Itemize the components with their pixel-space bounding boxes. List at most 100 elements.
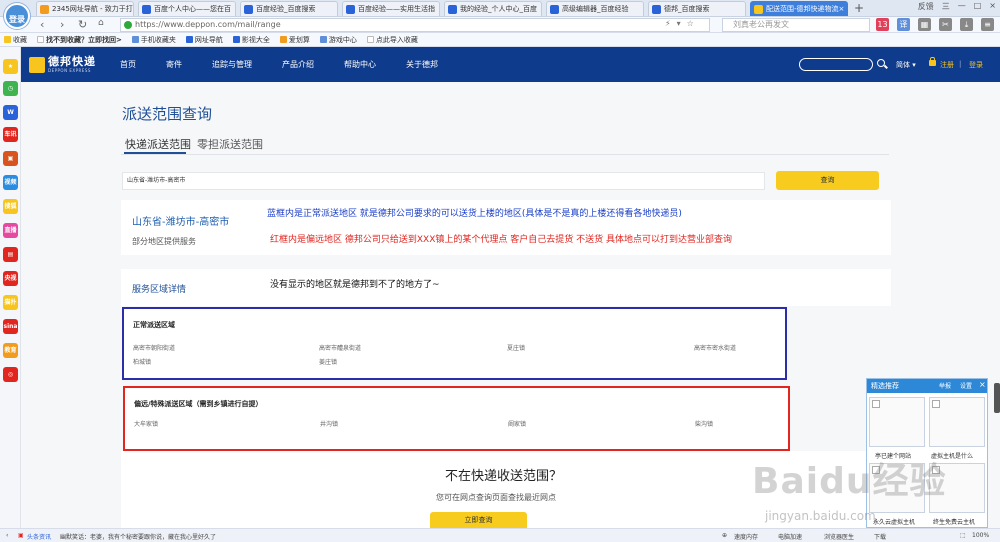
browser-tab[interactable]: 我的经验_个人中心_百度: [444, 1, 542, 16]
sidebar-app-icon[interactable]: W: [3, 105, 18, 120]
query-now-button[interactable]: 立即查询: [430, 512, 527, 528]
register-link[interactable]: 注册: [940, 60, 954, 70]
toolbar-icon[interactable]: ✂: [939, 18, 952, 31]
ad-thumb[interactable]: [929, 397, 985, 447]
sidebar-app-icon[interactable]: 直播: [3, 223, 18, 238]
sidebar-app-icon[interactable]: ★: [3, 59, 18, 74]
ad-caption[interactable]: 亭已建个网站: [875, 451, 911, 460]
window-control[interactable]: □: [974, 1, 982, 12]
sidebar-app-icon[interactable]: 搜狐: [3, 199, 18, 214]
nav-item[interactable]: 追踪与管理: [212, 47, 252, 82]
nav-item[interactable]: 关于德邦: [406, 47, 438, 82]
deppon-logo[interactable]: 德邦快递 DEPPON EXPRESS: [29, 56, 96, 73]
query-button[interactable]: 查询: [776, 171, 879, 190]
sidebar-app-icon[interactable]: ◷: [3, 81, 18, 96]
url-tool-icon[interactable]: ▾: [677, 19, 681, 28]
recommend-popup: 精选推荐 举报 设置 × 亭已建个网站 虚拟主机是什么 永久云虚拟主机 终生免费…: [866, 378, 988, 528]
status-tool[interactable]: 100%: [972, 532, 989, 539]
status-tool[interactable]: ⊕: [722, 532, 727, 539]
sidebar-app-icon[interactable]: ▣: [3, 151, 18, 166]
browser-tab[interactable]: 百度经验_百度搜索: [240, 1, 338, 16]
browser-tab[interactable]: 高级编辑器_百度经验: [546, 1, 644, 16]
sidebar-app-icon[interactable]: 猫扑: [3, 295, 18, 310]
url-input[interactable]: https://www.deppon.com/mail/range: [120, 18, 710, 32]
browser-search-input[interactable]: 刘真老公再发文: [722, 18, 870, 32]
sidebar-app-icon[interactable]: sina: [3, 319, 18, 334]
toolbar-icon[interactable]: ▦: [918, 18, 931, 31]
collapse-icon[interactable]: ‹: [6, 532, 8, 539]
user-avatar-button[interactable]: 登录: [4, 3, 30, 29]
browser-tab[interactable]: 德邦_百度搜索: [648, 1, 746, 16]
tab-close-icon[interactable]: ×: [839, 5, 845, 13]
nav-item[interactable]: 产品介绍: [282, 47, 314, 82]
login-label: 登录: [9, 15, 25, 24]
browser-tab[interactable]: 百度个人中心——您在百: [138, 1, 236, 16]
status-tool[interactable]: ⬚: [960, 532, 966, 539]
browser-tab[interactable]: 2345网址导航 - 致力于打: [36, 1, 134, 16]
bookmark-item[interactable]: 游戏中心: [319, 35, 357, 45]
bookmark-item[interactable]: 找不到收藏？立即找回>: [37, 35, 122, 45]
toolbar-icon[interactable]: ≡: [981, 18, 994, 31]
window-control[interactable]: ×: [989, 1, 996, 12]
news-ticker[interactable]: 幽默笑话：老婆，我有个秘密要跟你说，藏在我心里好久了: [60, 532, 216, 541]
side-scroll-handle[interactable]: [994, 383, 1000, 413]
detail-title[interactable]: 服务区域详情: [132, 282, 186, 295]
sidebar-app-icon[interactable]: 车讯: [3, 127, 18, 142]
bookmark-item[interactable]: 爱划算: [279, 35, 310, 45]
detail-card: [121, 269, 891, 306]
home-icon[interactable]: ⌂: [98, 18, 104, 28]
login-link[interactable]: 登录: [969, 60, 983, 70]
window-control[interactable]: 三: [942, 1, 950, 12]
popup-report-link[interactable]: 举报: [939, 381, 951, 390]
forward-icon[interactable]: ›: [60, 18, 64, 31]
url-tool-icon[interactable]: ☆: [687, 19, 694, 28]
new-tab-button[interactable]: +: [852, 1, 866, 16]
popup-settings-link[interactable]: 设置: [960, 381, 972, 390]
bookmark-item[interactable]: 收藏: [4, 35, 27, 45]
close-icon[interactable]: ×: [979, 380, 986, 389]
remote-delivery-area: 偏远/特殊派送区域（需到乡镇进行自提） 大牟家镇 井沟镇 阚家镇 柴沟镇: [123, 386, 790, 451]
status-tool[interactable]: 速度内存: [734, 532, 758, 541]
ad-thumb[interactable]: [869, 397, 925, 447]
url-tool-icon[interactable]: ⚡: [665, 19, 671, 28]
news-label[interactable]: 头条资讯: [27, 532, 51, 541]
sidebar-app-icon[interactable]: 视频: [3, 175, 18, 190]
refresh-icon[interactable]: ↻: [78, 18, 87, 31]
tab-express-range[interactable]: 快递派送范围: [125, 136, 191, 152]
back-icon[interactable]: ‹: [40, 18, 44, 31]
ad-thumb[interactable]: [869, 463, 925, 513]
sidebar-app-icon[interactable]: 教育: [3, 343, 18, 358]
status-tool[interactable]: 下载: [874, 532, 886, 541]
address-query-input[interactable]: 山东省-潍坊市-高密市: [122, 172, 765, 190]
window-control[interactable]: —: [958, 1, 966, 12]
nav-item[interactable]: 帮助中心: [344, 47, 376, 82]
bookmark-item[interactable]: 影视大全: [232, 35, 270, 45]
ad-caption[interactable]: 永久云虚拟主机: [873, 517, 915, 526]
search-icon[interactable]: [877, 59, 885, 67]
language-select[interactable]: 简体 ▾: [896, 60, 916, 70]
sidebar-app-icon[interactable]: ▤: [3, 247, 18, 262]
window-control[interactable]: 反馈: [918, 1, 934, 12]
sidebar-app-icon[interactable]: ◎: [3, 367, 18, 382]
browser-tab[interactable]: 百度经验——实用生活指: [342, 1, 440, 16]
nav-item[interactable]: 寄件: [166, 47, 182, 82]
bookmark-item[interactable]: 网址导航: [185, 35, 223, 45]
status-tool[interactable]: 电脑加速: [778, 532, 802, 541]
ad-thumb[interactable]: [929, 463, 985, 513]
toolbar-icon[interactable]: ⤓: [960, 18, 973, 31]
toolbar-icon[interactable]: 译: [897, 18, 910, 31]
tab-label: 我的经验_个人中心_百度: [460, 5, 537, 13]
bookmark-item[interactable]: 手机收藏夹: [131, 35, 176, 45]
sidebar-app-icon[interactable]: 央视: [3, 271, 18, 286]
ad-caption[interactable]: 虚拟主机是什么: [931, 451, 973, 460]
tab-ltl-range[interactable]: 零担派送范围: [197, 136, 263, 152]
favicon-icon: [142, 4, 151, 14]
bookmark-item[interactable]: 点此导入收藏: [366, 35, 418, 45]
site-search-input[interactable]: [799, 58, 873, 71]
status-tool[interactable]: 浏览器医生: [824, 532, 854, 541]
bookmark-icon: [37, 36, 44, 43]
toolbar-icon[interactable]: 13: [876, 18, 889, 31]
ad-caption[interactable]: 终生免费云主机: [933, 517, 975, 526]
nav-item[interactable]: 首页: [120, 47, 136, 82]
browser-tab[interactable]: 配送范围-德邦快递物流 ×: [750, 1, 848, 16]
